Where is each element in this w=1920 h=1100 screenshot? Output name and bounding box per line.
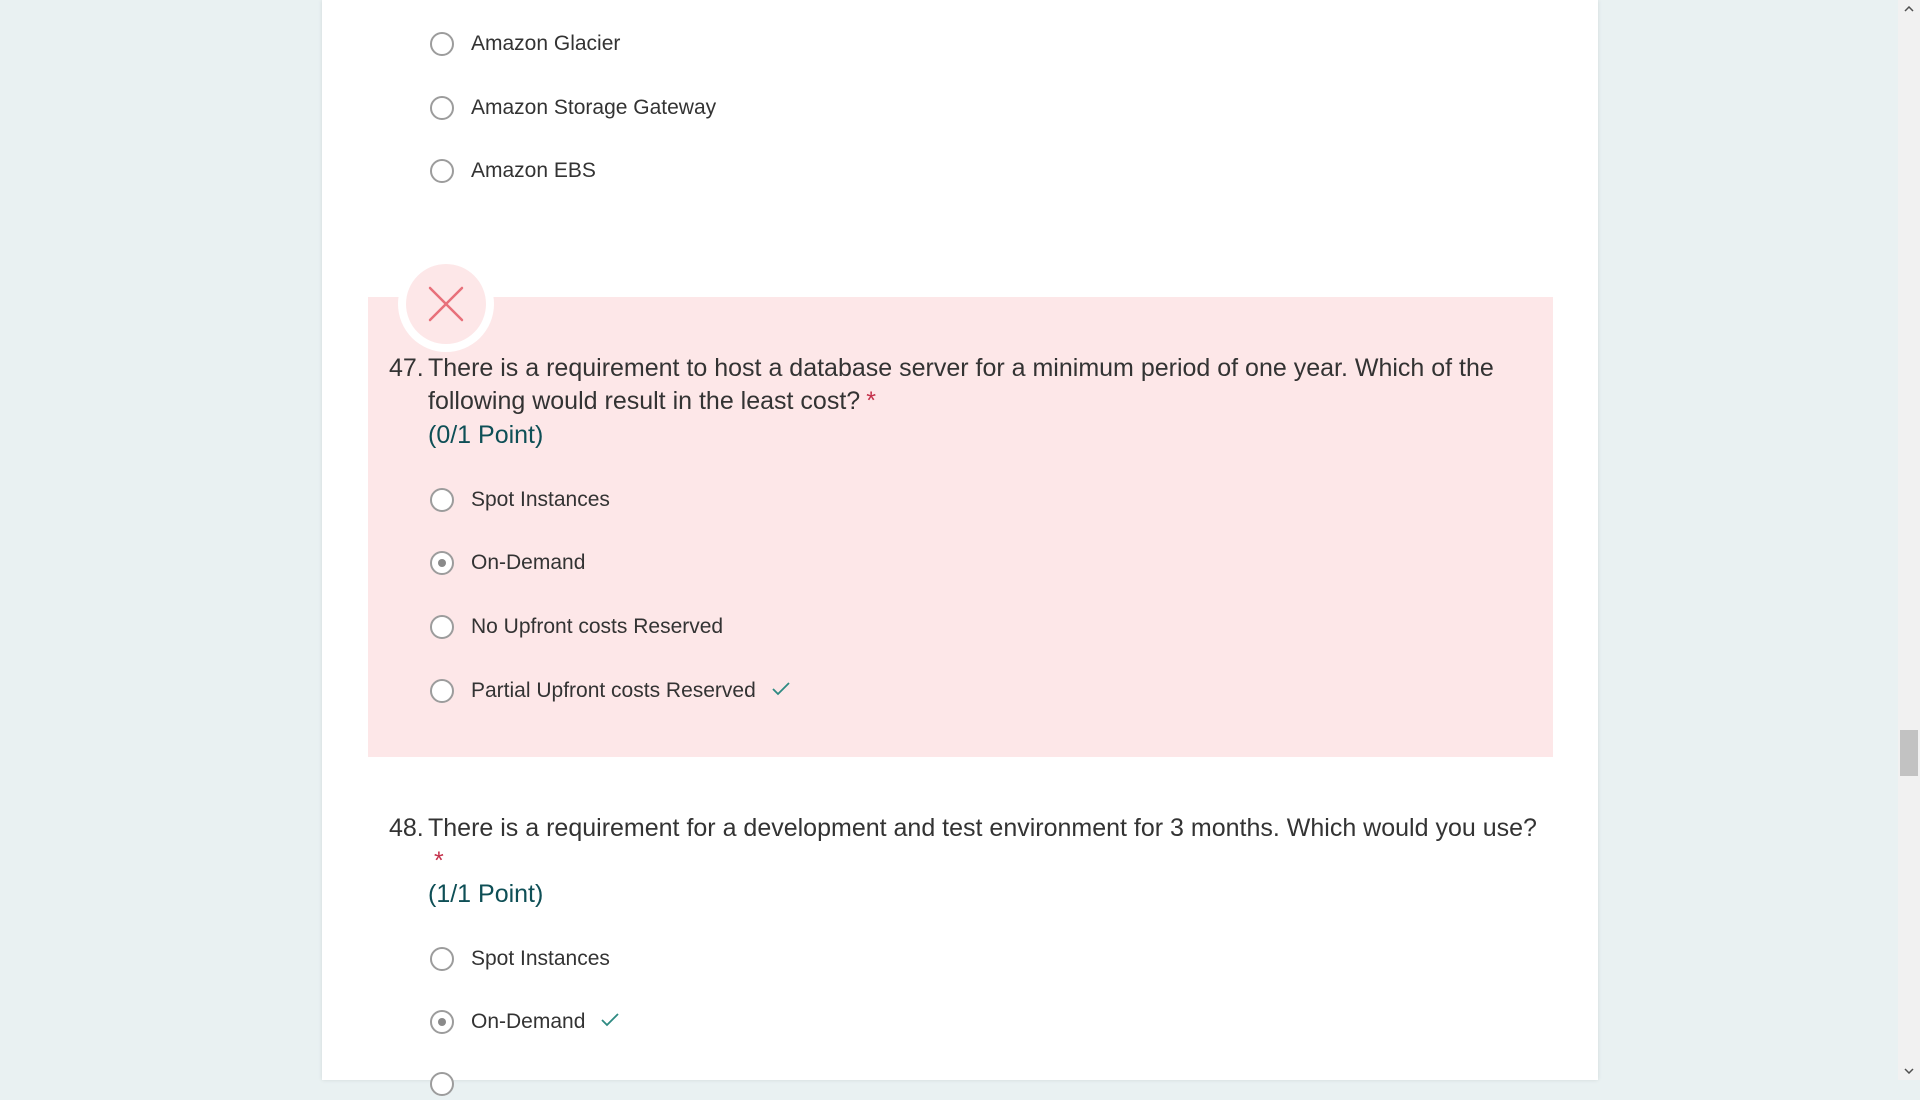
option-label: No Upfront costs Reserved [471, 615, 724, 638]
checkmark-icon [601, 1012, 620, 1032]
scrollbar-thumb[interactable] [1900, 730, 1918, 776]
question-number: 47. [389, 354, 424, 382]
radio-button[interactable] [430, 32, 454, 56]
option-label: Spot Instances [471, 488, 610, 511]
option-label: On-Demand [471, 551, 586, 574]
option-no-upfront-reserved[interactable]: No Upfront costs Reserved [430, 611, 723, 643]
required-marker: * [866, 387, 876, 415]
question-text-content: There is a requirement to host a databas… [428, 354, 1494, 415]
option-label: Amazon Storage Gateway [471, 96, 717, 119]
radio-button[interactable] [430, 947, 454, 971]
option-partial-upfront-reserved[interactable]: Partial Upfront costs Reserved [430, 675, 790, 707]
checkmark-icon [772, 681, 790, 701]
option-label: Amazon Glacier [471, 32, 621, 55]
option-on-demand[interactable]: On-Demand [430, 1006, 620, 1038]
required-marker: * [434, 847, 444, 875]
option-on-demand[interactable]: On-Demand [430, 547, 585, 579]
option-label: On-Demand [471, 1010, 586, 1033]
option-label: Spot Instances [471, 947, 610, 970]
option-spot-instances[interactable]: Spot Instances [430, 943, 610, 975]
radio-button[interactable] [430, 615, 454, 639]
radio-button[interactable] [430, 1072, 454, 1096]
option-amazon-glacier[interactable]: Amazon Glacier [430, 28, 620, 60]
option-amazon-storage-gateway[interactable]: Amazon Storage Gateway [430, 92, 716, 124]
question-points: (0/1 Point) [428, 421, 544, 449]
incorrect-badge [398, 256, 494, 352]
question-text: There is a requirement for a development… [428, 812, 1538, 878]
question-text-content: There is a requirement for a development… [428, 814, 1537, 842]
option-spot-instances[interactable]: Spot Instances [430, 484, 610, 516]
vertical-scrollbar[interactable] [1898, 0, 1920, 1080]
chevron-down-icon[interactable] [1898, 1062, 1920, 1080]
chevron-up-icon[interactable] [1898, 0, 1920, 18]
radio-button[interactable] [430, 679, 454, 703]
radio-button[interactable] [430, 159, 454, 183]
option-amazon-ebs[interactable]: Amazon EBS [430, 155, 596, 187]
radio-button-selected[interactable] [430, 551, 454, 575]
option-label: Partial Upfront costs Reserved [471, 679, 756, 702]
question-text: There is a requirement to host a databas… [428, 352, 1538, 418]
close-icon [428, 286, 464, 322]
radio-button[interactable] [430, 96, 454, 120]
option-partially-visible[interactable] [430, 1068, 454, 1100]
option-label: Amazon EBS [471, 159, 596, 182]
radio-button-selected[interactable] [430, 1010, 454, 1034]
radio-button[interactable] [430, 488, 454, 512]
question-number: 48. [389, 814, 424, 842]
question-points: (1/1 Point) [428, 880, 544, 908]
